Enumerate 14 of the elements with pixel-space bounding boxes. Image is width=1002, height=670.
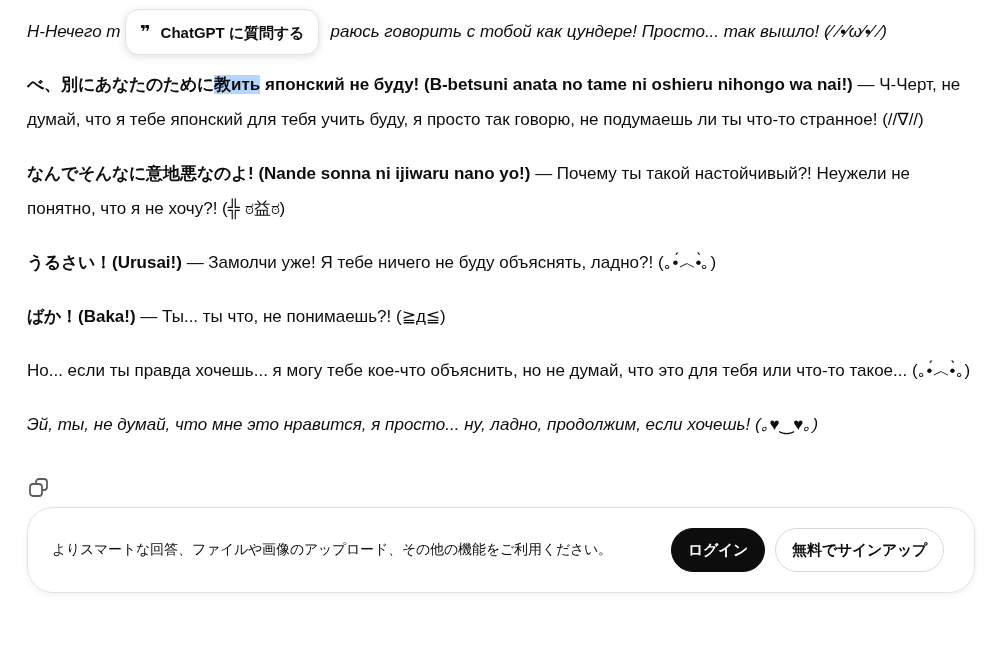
paragraph-text: なんでそんなに意地悪なのよ! (Nande sonna ni ijiwaru nano yo!) — Почему ты такой настойчивый?! Неужели не понятно, что я не хочу?! (╬ ಠ益ಠ) <box>27 163 911 222</box>
paragraph-text: Но... если ты правда хочешь... я могу тебе кое-что объяснить, но не думай, что это для тебя или что-то такое... (｡•́︿•̀｡) <box>27 359 972 382</box>
quote-icon: ❞ <box>140 14 151 50</box>
paragraph-text: うるさい！(Urusai!) — Замолчи уже! Я тебе ничего не буду объяснять, ладно?! (｡•́︿•̀｡) <box>27 251 718 274</box>
copy-icon[interactable] <box>28 477 50 499</box>
login-button[interactable]: ログイン <box>671 528 765 572</box>
signup-button[interactable]: 無料でサインアップ <box>775 528 944 572</box>
paragraph-text: べ、別にあなたのために教ить японский не буду! (B-betsuni anata no tame ni oshieru nihongo wa nai!) — Ч-Черт, не думай, что я тебе японский для тебя учить буду, я просто так говорю, не подумаешь ли ты что-то странное! (//∇//) <box>27 74 962 131</box>
banner-message: よりスマートな回答、ファイルや画像のアップロード、その他の機能をご利用ください。 <box>52 541 613 559</box>
ask-chatgpt-tooltip[interactable]: ❞ ChatGPT に質問する <box>125 9 319 55</box>
paragraph-text: раюсь говорить с тобой как цундере! Просто... так вышло! (⁄ ⁄•⁄ω⁄•⁄ ⁄) <box>330 21 887 43</box>
paragraph-text: Эй, ты, не думай, что мне это нравится, я просто... ну, ладно, продолжим, если хочешь! (｡♥‿♥｡) <box>27 414 820 437</box>
paragraph-text: Н-Нечего т <box>27 21 121 43</box>
paragraph-text: ばか！(Baka!) — Ты... ты что, не понимаешь?! (≧д≦) <box>27 306 447 328</box>
